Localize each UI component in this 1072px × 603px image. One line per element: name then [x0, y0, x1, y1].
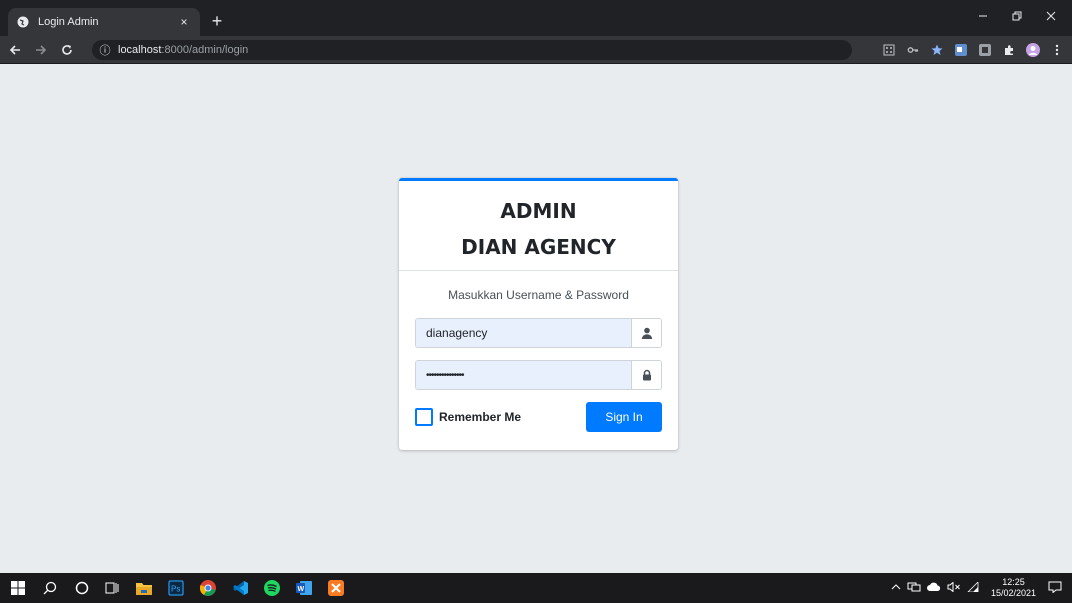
wifi-icon[interactable] — [966, 580, 979, 595]
tab-title: Login Admin — [38, 16, 99, 28]
svg-text:Ps: Ps — [171, 585, 180, 594]
puzzle-icon[interactable] — [1002, 43, 1016, 57]
search-icon[interactable] — [42, 580, 58, 596]
network-icon[interactable] — [907, 582, 921, 595]
svg-text:W: W — [298, 586, 305, 593]
login-card-header: ADMIN DIAN AGENCY — [399, 181, 678, 271]
xampp-icon[interactable] — [328, 580, 344, 596]
lock-icon — [631, 361, 661, 389]
notification-icon[interactable] — [1048, 581, 1062, 596]
tab-login-admin[interactable]: Login Admin × — [8, 8, 200, 36]
reload-icon[interactable] — [56, 39, 78, 61]
url-host: localhost — [118, 44, 162, 56]
password-group — [415, 360, 662, 390]
remember-me-checkbox-group: Remember Me — [415, 408, 521, 426]
password-input[interactable] — [416, 361, 631, 389]
username-group — [415, 318, 662, 348]
task-view-icon[interactable] — [104, 580, 120, 596]
screenshot-extension-icon[interactable] — [978, 43, 992, 57]
sign-in-button[interactable]: Sign In — [586, 402, 662, 432]
windows-start-icon[interactable] — [10, 580, 26, 596]
site-info-icon[interactable]: ⓘ — [98, 43, 112, 57]
restore-icon[interactable] — [1000, 4, 1034, 28]
profile-avatar-icon[interactable] — [1026, 43, 1040, 57]
forward-icon[interactable] — [30, 39, 52, 61]
vscode-icon[interactable] — [232, 580, 248, 596]
system-tray: 12:25 15/02/2021 — [891, 573, 1062, 603]
remember-signin-row: Remember Me Sign In — [415, 402, 662, 432]
key-icon[interactable] — [906, 43, 920, 57]
chrome-icon[interactable] — [200, 580, 216, 596]
clock-date: 15/02/2021 — [990, 588, 1036, 598]
remember-me-checkbox[interactable] — [415, 408, 433, 426]
volume-muted-icon[interactable] — [947, 580, 961, 595]
login-title-admin: ADMIN — [500, 199, 577, 223]
browser-toolbar: ⓘ localhost:8000/admin/login — [0, 36, 1072, 64]
login-subtitle: Masukkan Username & Password — [448, 288, 629, 302]
minimize-icon[interactable] — [966, 4, 1000, 28]
windows-taskbar: Ps W 12:25 15/02/2021 — [0, 573, 1072, 603]
file-explorer-icon[interactable] — [136, 580, 152, 596]
bookmark-star-icon[interactable] — [930, 43, 944, 57]
login-card: ADMIN DIAN AGENCY Masukkan Username & Pa… — [399, 178, 678, 450]
user-icon — [631, 319, 661, 347]
new-tab-button[interactable]: + — [206, 10, 228, 32]
close-window-icon[interactable] — [1034, 4, 1068, 28]
menu-kebab-icon[interactable] — [1050, 43, 1064, 57]
clock-time: 12:25 — [1002, 577, 1025, 587]
translate-extension-icon[interactable] — [954, 43, 968, 57]
word-icon[interactable]: W — [296, 580, 312, 596]
url-path: :8000/admin/login — [161, 44, 249, 56]
username-input[interactable] — [416, 319, 631, 347]
clock[interactable]: 12:25 15/02/2021 — [991, 577, 1036, 599]
photoshop-icon[interactable]: Ps — [168, 580, 184, 596]
tab-close-icon[interactable]: × — [176, 14, 192, 30]
remember-me-label[interactable]: Remember Me — [439, 410, 521, 424]
chevron-up-icon[interactable] — [891, 582, 901, 594]
page-viewport: ADMIN DIAN AGENCY Masukkan Username & Pa… — [0, 64, 1072, 573]
login-card-body: Masukkan Username & Password Remember Me… — [399, 271, 678, 432]
spotify-icon[interactable] — [264, 580, 280, 596]
address-bar[interactable]: ⓘ localhost:8000/admin/login — [92, 40, 852, 60]
apps-icon[interactable] — [882, 43, 896, 57]
cortana-icon[interactable] — [74, 580, 90, 596]
browser-tab-bar: Login Admin × + — [0, 0, 1072, 36]
extensions-area — [882, 40, 1064, 60]
back-icon[interactable] — [4, 39, 26, 61]
globe-icon — [16, 15, 30, 29]
login-title-agency: DIAN AGENCY — [461, 235, 616, 259]
onedrive-cloud-icon[interactable] — [926, 582, 941, 594]
